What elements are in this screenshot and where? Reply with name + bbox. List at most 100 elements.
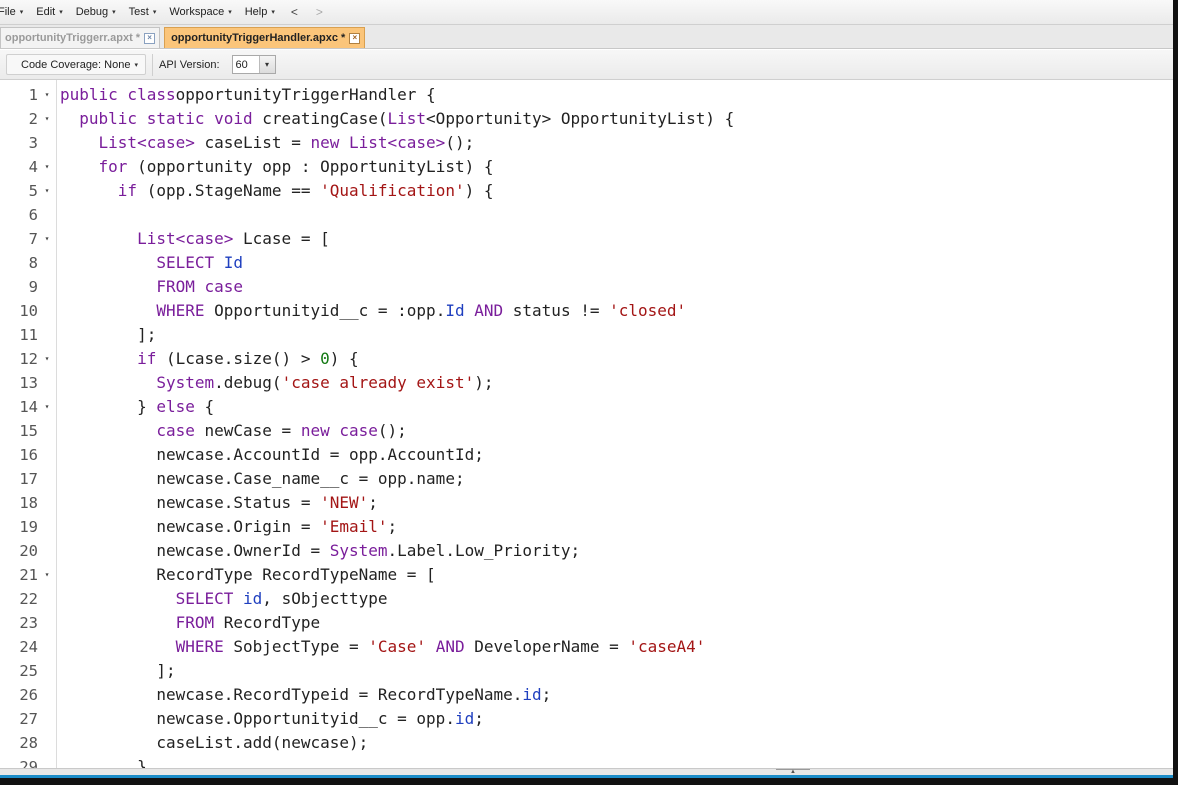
code-line[interactable]: 28 caseList.add(newcase); (0, 731, 1173, 755)
code-token: Id (445, 301, 465, 320)
code-line[interactable]: 13 System.debug('case already exist'); (0, 371, 1173, 395)
fold-toggle-icon[interactable]: ▾ (42, 155, 52, 179)
fold-toggle-icon[interactable]: ▾ (42, 395, 52, 419)
menu-help[interactable]: Help ▾ (239, 6, 282, 18)
code-line[interactable]: 29 } (0, 755, 1173, 768)
line-number: 1 (28, 86, 38, 104)
fold-toggle-icon[interactable]: ▾ (42, 107, 52, 131)
code-token: newcase.AccountId = opp.AccountId; (60, 445, 484, 464)
code-line[interactable]: 6 (0, 203, 1173, 227)
fold-toggle-icon[interactable]: ▾ (42, 179, 52, 203)
code-line[interactable]: 5 ▾ if (opp.StageName == 'Qualification')… (0, 179, 1173, 203)
code-token: opportunityTriggerHandler { (175, 85, 436, 104)
code-token: (opp.StageName == (137, 181, 321, 200)
code-line[interactable]: 10 WHERE Opportunityid__c = :opp.Id AND … (0, 299, 1173, 323)
menu-test[interactable]: Test ▾ (123, 6, 164, 18)
code-text: WHERE SobjectType = 'Case' AND Developer… (60, 635, 706, 659)
code-token: SobjectType = (223, 637, 369, 656)
code-token: 'Case' (368, 637, 427, 656)
code-line[interactable]: 9 FROM case (0, 275, 1173, 299)
code-token: if (137, 349, 157, 368)
tab-label: opportunityTriggerr.apxt * (5, 32, 141, 44)
code-line[interactable]: 22 SELECT id, sObjecttype (0, 587, 1173, 611)
code-text: SELECT Id (60, 251, 243, 275)
code-line[interactable]: 18 newcase.Status = 'NEW'; (0, 491, 1173, 515)
code-token: List<case> (137, 229, 234, 248)
code-token: newcase.OwnerId = (60, 541, 330, 560)
code-token: WHERE (175, 637, 224, 656)
code-editor[interactable]: 1 ▾ public classopportunityTriggerHandler … (0, 80, 1173, 768)
line-number: 25 (19, 662, 38, 680)
line-number: 24 (19, 638, 38, 656)
back-arrow-icon[interactable]: < (282, 5, 307, 19)
code-line[interactable]: 15 case newCase = new case(); (0, 419, 1173, 443)
line-number: 11 (19, 326, 38, 344)
code-line[interactable]: 4 ▾ for (opportunity opp : OpportunityLis… (0, 155, 1173, 179)
chevron-down-icon: ▾ (134, 61, 138, 69)
code-token: public static void (79, 109, 253, 128)
code-text: newcase.Status = 'NEW'; (60, 491, 378, 515)
code-token: List (387, 109, 427, 128)
chevron-down-icon[interactable]: ▾ (258, 56, 275, 73)
fold-toggle-icon[interactable]: ▾ (42, 347, 52, 371)
code-line[interactable]: 27 newcase.Opportunityid__c = opp.id; (0, 707, 1173, 731)
code-line[interactable]: 19 newcase.Origin = 'Email'; (0, 515, 1173, 539)
code-text: if (opp.StageName == 'Qualification') { (60, 179, 494, 203)
code-token: (Lcase.size() > (156, 349, 321, 368)
code-line[interactable]: 17 newcase.Case_name__c = opp.name; (0, 467, 1173, 491)
close-icon[interactable]: × (349, 32, 361, 44)
menu-workspace[interactable]: Workspace ▾ (163, 6, 238, 18)
menu-label: Workspace (169, 6, 225, 18)
code-text: for (opportunity opp : OpportunityList) … (60, 155, 494, 179)
code-line[interactable]: 24 WHERE SobjectType = 'Case' AND Develo… (0, 635, 1173, 659)
line-number: 15 (19, 422, 38, 440)
code-line[interactable]: 25 ]; (0, 659, 1173, 683)
panel-resize-handle[interactable]: ▲ (776, 769, 810, 775)
menu-label: Edit (36, 6, 56, 18)
code-token: FROM (175, 613, 215, 632)
chevron-down-icon: ▾ (152, 9, 157, 16)
code-line[interactable]: 20 newcase.OwnerId = System.Label.Low_Pr… (0, 539, 1173, 563)
menu-label: File (0, 6, 16, 18)
menu-edit[interactable]: Edit ▾ (30, 6, 69, 18)
code-line[interactable]: 21 ▾ RecordType RecordTypeName = [ (0, 563, 1173, 587)
code-line[interactable]: 1 ▾ public classopportunityTriggerHandler … (0, 83, 1173, 107)
line-number: 27 (19, 710, 38, 728)
code-token: ; (368, 493, 378, 512)
code-coverage-dropdown[interactable]: Code Coverage: None ▾ (6, 54, 146, 75)
code-token: SELECT (156, 253, 215, 272)
forward-arrow-icon[interactable]: > (307, 5, 332, 19)
fold-toggle-icon[interactable]: ▾ (42, 227, 52, 251)
code-line[interactable]: 8 SELECT Id (0, 251, 1173, 275)
code-line[interactable]: 16 newcase.AccountId = opp.AccountId; (0, 443, 1173, 467)
code-token: id (522, 685, 542, 704)
code-line[interactable]: 26 newcase.RecordTypeid = RecordTypeName… (0, 683, 1173, 707)
menu-file[interactable]: File▾ (0, 6, 30, 18)
line-number: 3 (28, 134, 38, 152)
code-line[interactable]: 14 ▾ } else { (0, 395, 1173, 419)
code-text: ]; (60, 659, 176, 683)
fold-toggle-icon[interactable]: ▾ (42, 83, 52, 107)
close-icon[interactable]: × (144, 32, 156, 44)
code-line[interactable]: 3 List<case> caseList = new List<case>()… (0, 131, 1173, 155)
developer-console-window: File▾Edit▾Debug▾Test▾Workspace▾Help▾<> o… (0, 0, 1176, 781)
fold-toggle-icon[interactable]: ▾ (42, 563, 52, 587)
code-line[interactable]: 11 ]; (0, 323, 1173, 347)
code-token: (opportunity opp : OpportunityList) { (127, 157, 494, 176)
code-token: ]; (60, 661, 176, 680)
menu-debug[interactable]: Debug ▾ (70, 6, 123, 18)
code-line[interactable]: 23 FROM RecordType (0, 611, 1173, 635)
code-line[interactable]: 7 ▾ List<case> Lcase = [ (0, 227, 1173, 251)
code-token: RecordType (214, 613, 321, 632)
chevron-down-icon: ▾ (59, 9, 63, 16)
code-token: ; (387, 517, 398, 536)
tab-active-file[interactable]: opportunityTriggerHandler.apxc * × (164, 27, 366, 48)
code-line[interactable]: 12 ▾ if (Lcase.size() > 0) { (0, 347, 1173, 371)
code-text: RecordType RecordTypeName = [ (60, 563, 435, 587)
api-version-select[interactable]: 60 ▾ (231, 55, 276, 74)
code-line[interactable]: 2 ▾ public static void creatingCase(List<… (0, 107, 1173, 131)
tab-file[interactable]: opportunityTriggerr.apxt * × (0, 27, 161, 48)
